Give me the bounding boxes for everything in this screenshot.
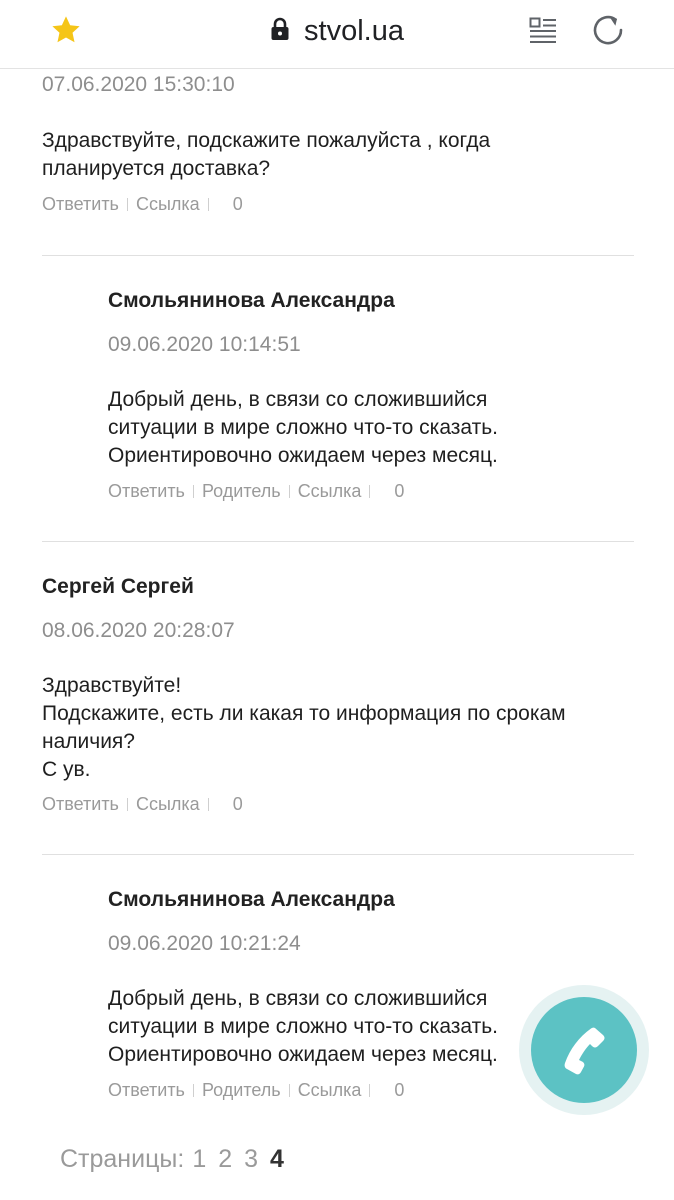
separator (192, 1084, 194, 1097)
separator (207, 198, 209, 211)
url-text: stvol.ua (304, 15, 404, 47)
divider (42, 854, 634, 855)
comment-text: Здравствуйте! Подскажите, есть ли какая … (42, 674, 566, 781)
comment-date: 08.06.2020 20:28:07 (42, 619, 235, 642)
page-link-current: 4 (270, 1145, 284, 1173)
comment-author: Смольянинова Александра (108, 289, 395, 312)
divider (42, 541, 634, 542)
pagination: Страницы: 1 2 3 4 (60, 1144, 284, 1174)
address-bar[interactable]: stvol.ua (0, 14, 674, 48)
reload-icon[interactable] (591, 13, 625, 47)
phone-icon (564, 1027, 605, 1075)
separator (369, 1084, 371, 1097)
comment-actions: Ответить Родитель Ссылка 0 (108, 480, 634, 502)
comment-date: 09.06.2020 10:14:51 (108, 333, 301, 356)
reply-link[interactable]: Ответить (108, 1080, 185, 1100)
page-link-2[interactable]: 2 (218, 1145, 232, 1173)
comment-actions: Ответить Ссылка 0 (42, 193, 634, 215)
comment-author: Смольянинова Александра (108, 888, 395, 911)
permalink-link[interactable]: Ссылка (136, 794, 200, 814)
reply-link[interactable]: Ответить (42, 794, 119, 814)
separator (207, 798, 209, 811)
separator (288, 1084, 290, 1097)
reply-link[interactable]: Ответить (108, 481, 185, 501)
browser-toolbar: stvol.ua (0, 0, 674, 69)
like-count[interactable]: 0 (394, 1080, 404, 1100)
separator (126, 198, 128, 211)
permalink-link[interactable]: Ссылка (298, 1080, 362, 1100)
like-count[interactable]: 0 (233, 194, 243, 214)
separator (126, 798, 128, 811)
call-button[interactable] (531, 997, 637, 1103)
parent-link[interactable]: Родитель (202, 481, 281, 501)
comment-actions: Ответить Ссылка 0 (42, 793, 634, 815)
separator (288, 485, 290, 498)
comment-text: Добрый день, в связи со сложившийся ситу… (108, 388, 499, 467)
page-link-3[interactable]: 3 (244, 1145, 258, 1173)
like-count[interactable]: 0 (394, 481, 404, 501)
pagination-label: Страницы: (60, 1145, 185, 1173)
parent-link[interactable]: Родитель (202, 1080, 281, 1100)
separator (369, 485, 371, 498)
comment-text: Здравствуйте, подскажите пожалуйста , ко… (42, 129, 491, 180)
reader-mode-icon[interactable] (529, 17, 557, 43)
comment-author: Сергей Сергей (42, 575, 194, 598)
reply-link[interactable]: Ответить (42, 194, 119, 214)
comment-date: 07.06.2020 15:30:10 (42, 73, 235, 96)
comment-date: 09.06.2020 10:21:24 (108, 932, 301, 955)
permalink-link[interactable]: Ссылка (298, 481, 362, 501)
separator (192, 485, 194, 498)
permalink-link[interactable]: Ссылка (136, 194, 200, 214)
comment-reply: Смольянинова Александра 09.06.2020 10:14… (108, 288, 634, 502)
like-count[interactable]: 0 (233, 794, 243, 814)
divider (42, 255, 634, 256)
lock-icon (271, 17, 289, 40)
comment: Сергей Сергей 08.06.2020 20:28:07 Здравс… (42, 574, 634, 815)
page-link-1[interactable]: 1 (192, 1145, 206, 1173)
comment: 07.06.2020 15:30:10 Здравствуйте, подска… (42, 72, 634, 215)
